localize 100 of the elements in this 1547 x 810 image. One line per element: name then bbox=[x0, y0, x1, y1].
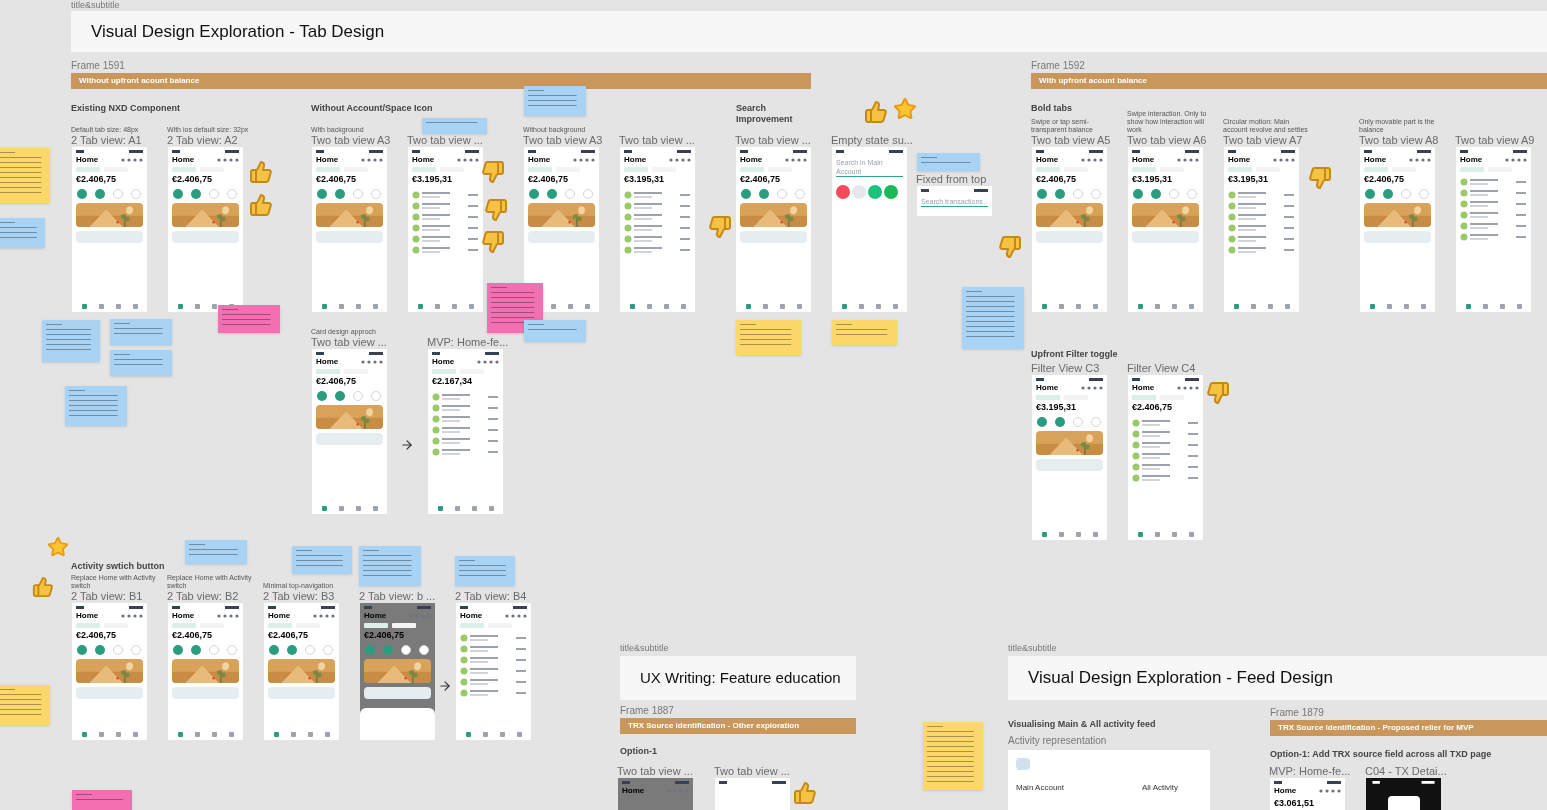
screen-title: Home bbox=[316, 357, 339, 367]
frame-label: Two tab view A8 bbox=[1359, 135, 1439, 146]
screen-title: Home bbox=[1036, 155, 1059, 165]
section-heading: Existing NXD Component bbox=[71, 103, 181, 114]
screen-title: Home bbox=[1228, 155, 1251, 165]
account-balance: €2.406,75 bbox=[527, 174, 570, 185]
frame-label: Empty state su... bbox=[831, 135, 913, 146]
account-tabs-drawing bbox=[316, 369, 368, 374]
screen-title: Home bbox=[268, 611, 291, 621]
frame-label: MVP: Home-fe... bbox=[1269, 766, 1351, 777]
quick-actions-drawing bbox=[316, 391, 383, 401]
status-bar-drawing bbox=[1460, 150, 1527, 153]
quick-actions-drawing bbox=[76, 189, 143, 199]
quick-actions-drawing bbox=[316, 189, 383, 199]
frame-label: Two tab view A7 bbox=[1223, 135, 1303, 146]
frame-label: Two tab view A3 bbox=[311, 135, 391, 146]
frame-label: Fixed from top bbox=[916, 174, 987, 185]
header-icons-drawing bbox=[1409, 158, 1431, 162]
status-bar-drawing bbox=[432, 352, 499, 355]
section-banner: TRX Source identification - Proposed relier for MVP bbox=[1270, 720, 1547, 736]
quick-actions-drawing bbox=[1036, 417, 1103, 427]
status-bar-drawing bbox=[316, 150, 383, 153]
screen-title: Home bbox=[740, 155, 763, 165]
transaction-list-drawing bbox=[1228, 190, 1295, 256]
thumbs-up-icon bbox=[249, 193, 273, 217]
pending-transaction-card bbox=[268, 687, 335, 699]
pending-transaction-card bbox=[172, 231, 239, 243]
thumbs-down-icon bbox=[998, 235, 1022, 259]
frame-label: 2 Tab view: B3 bbox=[263, 591, 335, 602]
screen-title: Home bbox=[432, 357, 455, 367]
frame-label: 2 Tab view: B2 bbox=[167, 591, 239, 602]
account-tabs-drawing bbox=[364, 623, 416, 628]
transaction-list-drawing bbox=[1460, 177, 1527, 243]
header-icons-drawing bbox=[477, 360, 499, 364]
status-bar-drawing bbox=[1364, 150, 1431, 153]
account-balance: €3.195,31 bbox=[1035, 402, 1078, 413]
status-bar-drawing bbox=[172, 150, 239, 153]
status-bar-drawing bbox=[1036, 150, 1103, 153]
account-balance: €2.406,75 bbox=[1035, 174, 1078, 185]
account-balance: €2.167,34 bbox=[431, 376, 474, 387]
account-tabs-drawing bbox=[624, 167, 676, 172]
status-bar-drawing bbox=[1036, 378, 1103, 381]
thumbs-down-icon bbox=[481, 160, 505, 184]
section-heading: Without Account/Space Icon bbox=[311, 103, 434, 114]
screen-title: Home bbox=[316, 155, 339, 165]
pending-transaction-card bbox=[740, 231, 807, 243]
frame-name: Frame 1879 bbox=[1270, 708, 1324, 718]
section-banner: With upfront acount balance bbox=[1031, 73, 1547, 89]
header-icons-drawing bbox=[313, 614, 335, 618]
quick-actions-drawing bbox=[172, 189, 239, 199]
quick-actions-drawing bbox=[172, 645, 239, 655]
status-bar-drawing bbox=[921, 189, 988, 192]
header-icons-drawing bbox=[1081, 386, 1103, 390]
frame-label: 2 Tab view: A1 bbox=[71, 135, 142, 146]
header-icons-drawing bbox=[669, 158, 691, 162]
thumbs-down-icon bbox=[484, 198, 508, 222]
section-heading: Search Improvement bbox=[736, 103, 794, 125]
thumbs-up-icon bbox=[864, 100, 888, 124]
frame-label: 2 Tab view: A2 bbox=[167, 135, 238, 146]
screen-title: Home bbox=[412, 155, 435, 165]
thumbs-down-icon bbox=[1308, 166, 1332, 190]
title-caption: title&subtitle bbox=[1008, 643, 1057, 653]
screen-title: Home bbox=[76, 155, 99, 165]
section-heading: Option-1 bbox=[620, 746, 658, 757]
frame-label: 2 Tab view: B4 bbox=[455, 591, 527, 602]
frame-label: Two tab view ... bbox=[619, 135, 695, 146]
thumbs-up-icon bbox=[793, 781, 817, 805]
frame-label: Two tab view ... bbox=[407, 135, 483, 146]
thumbs-down-icon bbox=[708, 215, 732, 239]
header-icons-drawing bbox=[1319, 789, 1341, 793]
quick-actions-drawing bbox=[364, 645, 431, 655]
status-bar-drawing bbox=[316, 352, 383, 355]
feed-icon bbox=[1016, 758, 1030, 770]
header-icons-drawing bbox=[785, 158, 807, 162]
transaction-list-drawing bbox=[432, 392, 499, 458]
quick-actions-drawing bbox=[740, 189, 807, 199]
account-balance: €2.406,75 bbox=[75, 630, 118, 641]
account-tabs-drawing bbox=[172, 623, 224, 628]
frame-name: Frame 1591 bbox=[71, 61, 125, 71]
quick-actions-drawing bbox=[76, 645, 143, 655]
header-icons-drawing bbox=[1505, 158, 1527, 162]
account-tabs-drawing bbox=[1036, 395, 1088, 400]
frame-label: Two tab view ... bbox=[617, 766, 693, 777]
account-balance: €3.195,31 bbox=[1131, 174, 1174, 185]
frame-label: C04 - TX Detai... bbox=[1365, 766, 1447, 777]
header-icons-drawing bbox=[217, 158, 239, 162]
quick-actions-drawing bbox=[1364, 189, 1431, 199]
account-balance: €3.061,51 bbox=[1273, 798, 1316, 809]
screen-title: Home bbox=[460, 611, 483, 621]
frame-name: Frame 1887 bbox=[620, 706, 674, 716]
account-balance: €3.195,31 bbox=[411, 174, 454, 185]
header-icons-drawing bbox=[457, 158, 479, 162]
status-bar-drawing bbox=[740, 150, 807, 153]
frame-label: Two tab view ... bbox=[735, 135, 811, 146]
section-heading: Visualising Main & All activity feed bbox=[1008, 719, 1157, 730]
screen-title: Home bbox=[1036, 383, 1059, 393]
screen-title: Home bbox=[528, 155, 551, 165]
status-bar-drawing bbox=[1132, 378, 1199, 381]
transaction-list-drawing bbox=[412, 190, 479, 256]
pending-transaction-card bbox=[76, 687, 143, 699]
